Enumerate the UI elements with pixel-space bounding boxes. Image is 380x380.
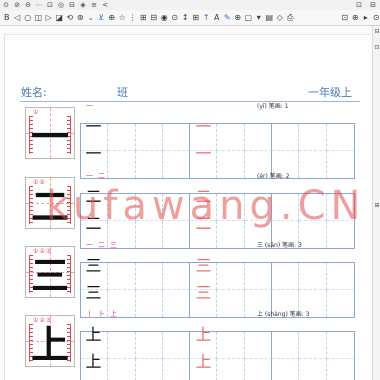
stroke-step: 一: [86, 102, 93, 110]
stroke-step: 二: [98, 241, 105, 249]
grid-cell: [299, 124, 327, 151]
side-panel-strip: ⊟ ⊡ ⊞: [372, 26, 380, 380]
grid-cell: [299, 263, 327, 290]
trace-character: 三: [85, 256, 102, 275]
row-pinyin-label: 上 (shàng) 笔画: 3: [257, 311, 310, 318]
red-trace-character: 三: [195, 256, 212, 275]
grid-cell: [217, 332, 245, 359]
row-pinyin-label: (yī) 笔画: 1: [257, 103, 289, 110]
red-trace-character: 二: [195, 187, 212, 206]
collapse-panel-icon[interactable]: ⊟: [373, 28, 380, 36]
row-pinyin-label: (èr) 笔画: 2: [257, 173, 290, 180]
writing-grid[interactable]: [80, 123, 355, 179]
trace-character: 一: [85, 117, 102, 136]
grade-label: 一年级上: [308, 86, 352, 99]
grid-cell: [217, 124, 245, 151]
grid-cell: [272, 359, 300, 380]
grid-panel-icon[interactable]: ⊞: [373, 202, 380, 210]
red-trace-character: 二: [195, 214, 212, 233]
header-divider: [20, 101, 360, 102]
grid-cell: [244, 263, 273, 290]
grid-cell: [135, 124, 163, 151]
stroke-step: 丨: [86, 310, 93, 318]
view-icon[interactable]: ⊙: [372, 10, 380, 25]
grid-cell: [244, 332, 273, 359]
stroke-order: 一 二: [86, 172, 105, 181]
stroke-step: 三: [110, 241, 117, 249]
writing-area: [0, 321, 372, 380]
writing-area: [0, 183, 372, 249]
red-trace-character: 上: [195, 352, 212, 371]
grid-cell: [327, 359, 354, 380]
practice-sheet: 姓名: 班 一年级上 (yī) 笔画: 1 一 ① 一 一 一 一 一 (èr)…: [0, 0, 372, 380]
stroke-step: 卜: [98, 310, 105, 318]
stroke-order: 一: [86, 102, 93, 111]
stroke-step: 一: [86, 241, 93, 249]
trace-character: 二: [85, 214, 102, 233]
grid-cell: [299, 332, 327, 359]
trace-character: 上: [85, 325, 102, 344]
trace-character: 上: [85, 352, 102, 371]
grid-cell: [108, 332, 136, 359]
practice-row: 上 (shàng) 笔画: 3 丨 卜 上 ① ② ③ 上 上 上 上 上: [0, 310, 372, 380]
grid-cell: [245, 359, 273, 380]
grid-cell: [326, 124, 354, 151]
stroke-step: 上: [110, 310, 117, 318]
grid-cell: [299, 194, 327, 221]
grid-cell: [162, 332, 191, 359]
trace-character: 三: [85, 283, 102, 302]
grid-cell: [108, 359, 136, 380]
grid-cell: [108, 124, 136, 151]
grid-cell: [162, 263, 191, 290]
page-panel-icon[interactable]: ⊡: [373, 44, 380, 52]
writing-grid[interactable]: [80, 331, 355, 380]
grid-cell: [326, 332, 354, 359]
red-trace-character: 一: [195, 117, 212, 136]
practice-row: (èr) 笔画: 2 一 二 ① ② 二 二 二 二 二: [0, 172, 372, 249]
writing-grid[interactable]: [80, 262, 355, 318]
stroke-order: 丨 卜 上: [86, 310, 117, 319]
trace-character: 一: [85, 144, 102, 163]
stroke-order: 一 二 三: [86, 241, 117, 250]
grid-cell: [299, 359, 327, 380]
grid-cell: [162, 124, 191, 151]
grid-cell: [108, 194, 136, 221]
stroke-step: 二: [98, 172, 105, 180]
grid-cell: [272, 194, 300, 221]
grid-cell: [272, 263, 300, 290]
grid-cell: [217, 194, 245, 221]
stroke-step: 一: [86, 172, 93, 180]
class-label: 班: [117, 86, 128, 99]
writing-grid[interactable]: [80, 193, 355, 249]
red-trace-character: 一: [195, 144, 212, 163]
grid-cell: [326, 263, 354, 290]
grid-cell: [108, 263, 136, 290]
grid-cell: [217, 263, 245, 290]
grid-cell: [163, 359, 191, 380]
writing-area: [0, 252, 372, 318]
grid-cell: [135, 194, 163, 221]
grid-cell: [244, 194, 273, 221]
practice-row: (yī) 笔画: 1 一 ① 一 一 一 一 一: [0, 102, 372, 179]
grid-cell: [136, 359, 163, 380]
trace-character: 二: [85, 187, 102, 206]
grid-cell: [217, 359, 245, 380]
grid-cell: [272, 124, 300, 151]
grid-cell: [326, 194, 354, 221]
name-label: 姓名:: [21, 86, 47, 99]
grid-cell: [244, 124, 273, 151]
red-trace-character: 三: [195, 283, 212, 302]
grid-cell: [135, 263, 163, 290]
practice-row: 三 (sān) 笔画: 3 一 二 三 ① ② ③ 三 三 三 三 三: [0, 241, 372, 318]
red-trace-character: 上: [195, 325, 212, 344]
grid-cell: [272, 332, 300, 359]
grid-cell: [135, 332, 163, 359]
pdf-viewer-window: ⊙ ⊘ ⊖ ⋯ ⊡ ◎ ⊟ ◈ ≡ < ⊡ ⊟ B ◁ ○ ◫ ▷ ◪ ⟲ ⊛ …: [0, 0, 380, 380]
writing-area: [0, 113, 372, 179]
row-pinyin-label: 三 (sān) 笔画: 3: [257, 242, 302, 249]
grid-cell: [162, 194, 191, 221]
